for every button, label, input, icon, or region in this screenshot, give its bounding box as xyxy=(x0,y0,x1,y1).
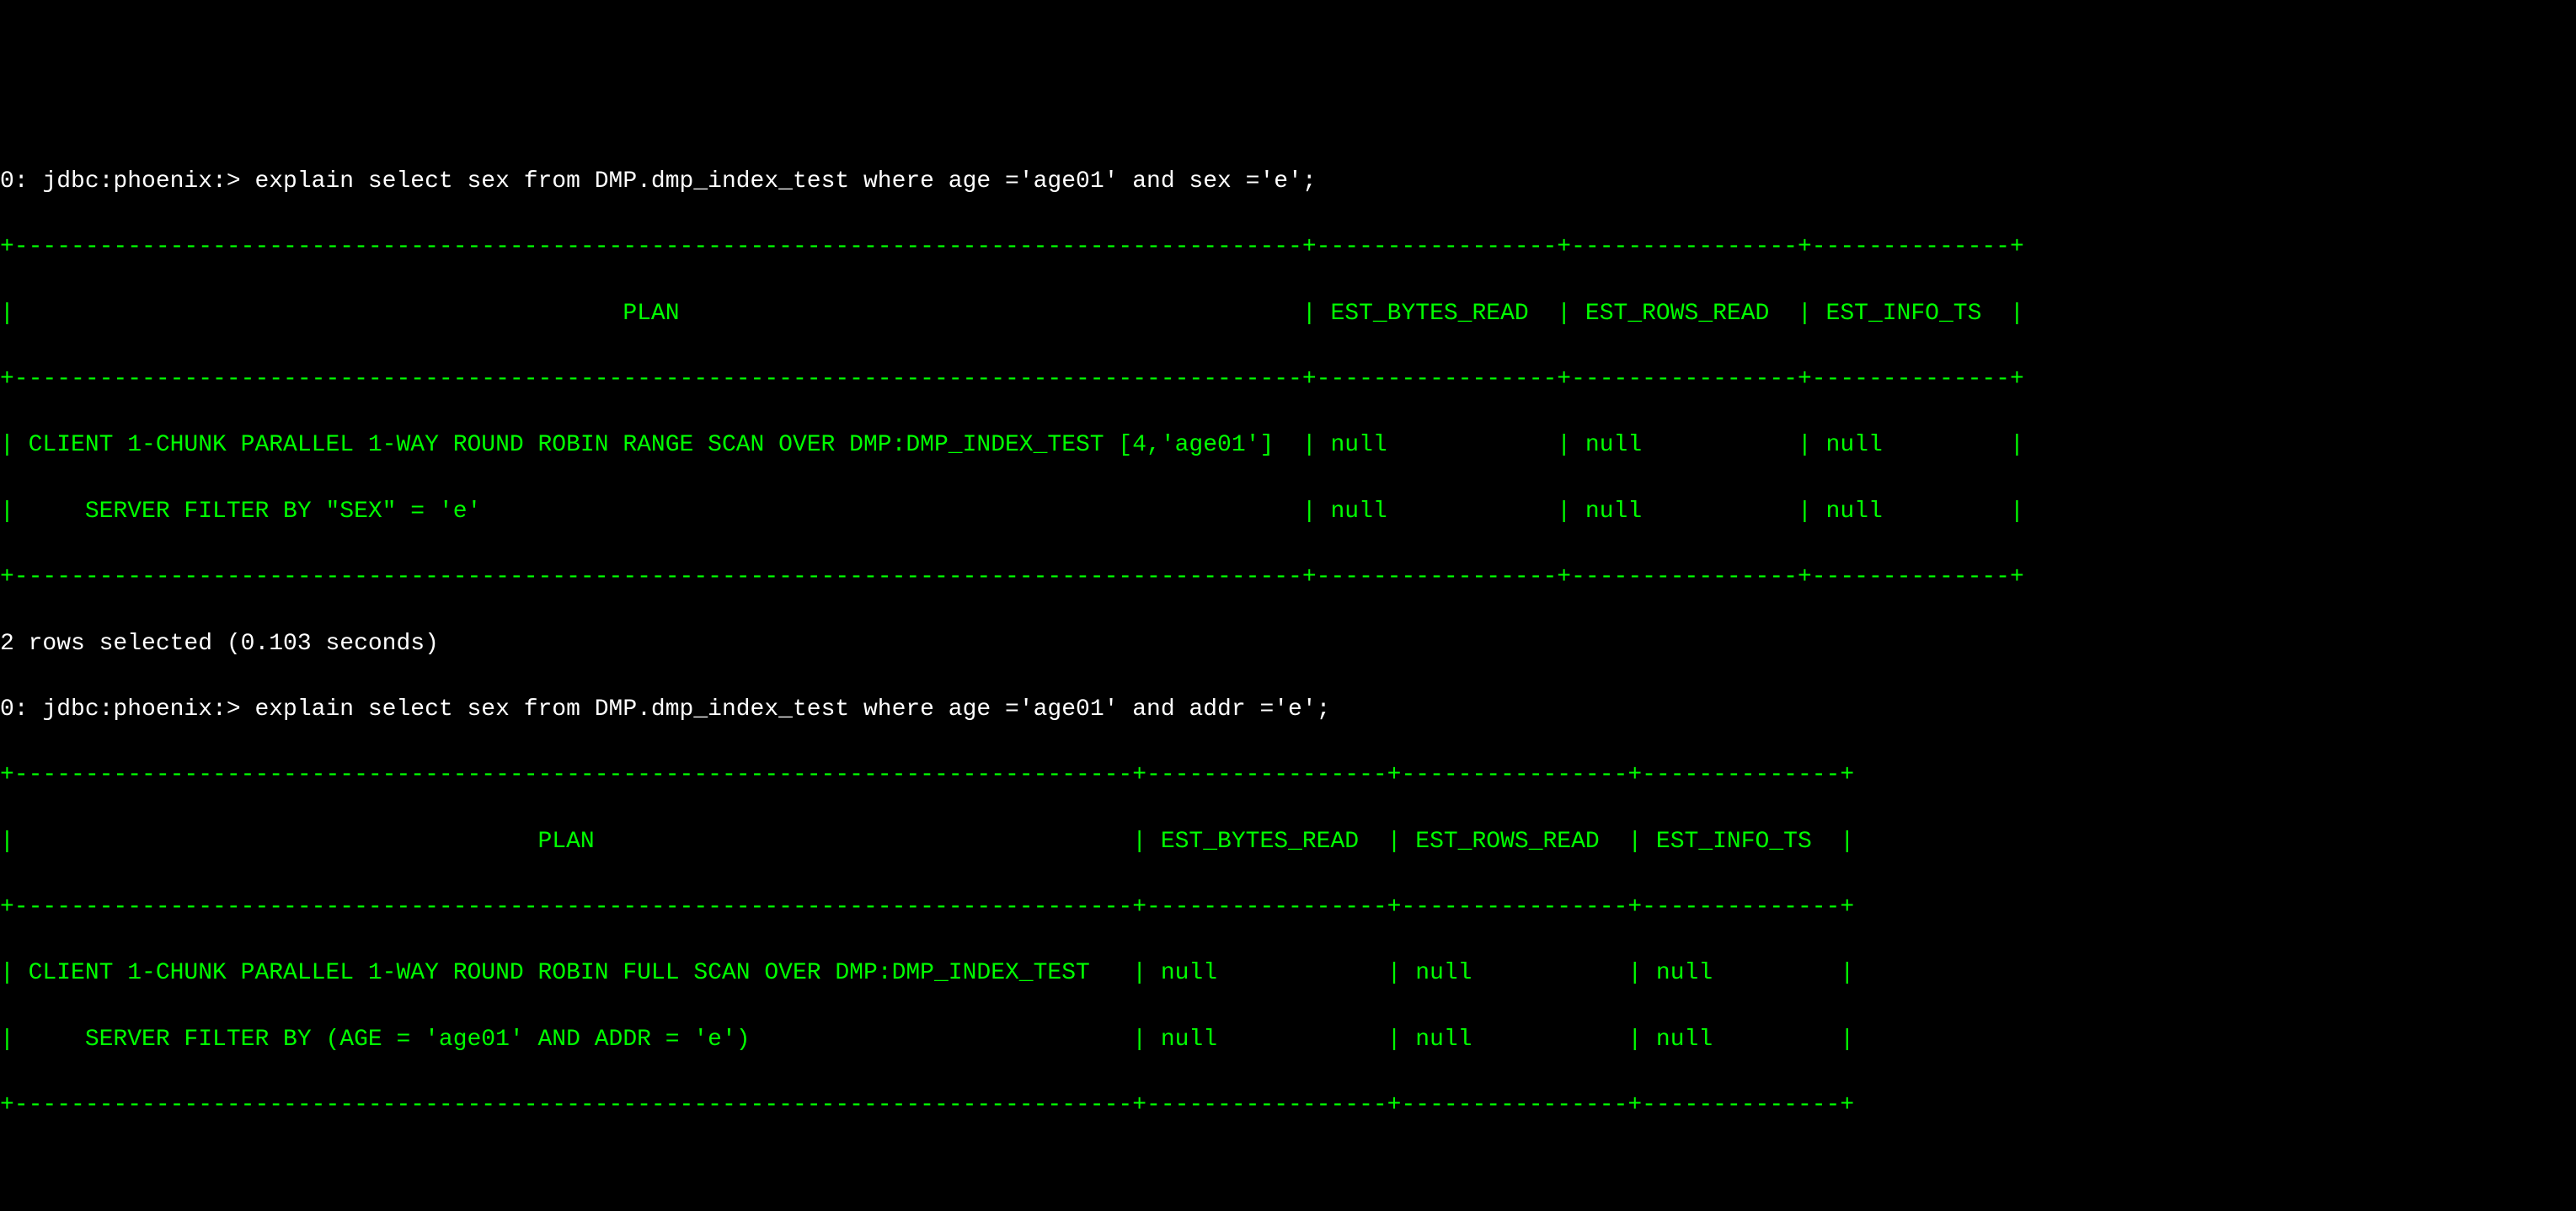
sql-query: explain select sex from DMP.dmp_index_te… xyxy=(254,168,1316,195)
table-border: +---------------------------------------… xyxy=(0,759,2576,792)
table-row: | SERVER FILTER BY (AGE = 'age01' AND AD… xyxy=(0,1023,2576,1056)
table-header: | PLAN | EST_BYTES_READ | EST_ROWS_READ … xyxy=(0,297,2576,330)
table-border: +---------------------------------------… xyxy=(0,891,2576,924)
prompt-prefix: 0: jdbc:phoenix:> xyxy=(0,696,254,723)
table-row: | CLIENT 1-CHUNK PARALLEL 1-WAY ROUND RO… xyxy=(0,957,2576,990)
table-border: +---------------------------------------… xyxy=(0,231,2576,264)
table-border: +---------------------------------------… xyxy=(0,561,2576,594)
sql-query: explain select sex from DMP.dmp_index_te… xyxy=(254,696,1330,723)
table-header: | PLAN | EST_BYTES_READ | EST_ROWS_READ … xyxy=(0,825,2576,858)
rows-selected-status: 2 rows selected (0.103 seconds) xyxy=(0,627,2576,660)
prompt-prefix: 0: jdbc:phoenix:> xyxy=(0,168,254,195)
prompt-line-2[interactable]: 0: jdbc:phoenix:> explain select sex fro… xyxy=(0,693,2576,726)
terminal-output: 0: jdbc:phoenix:> explain select sex fro… xyxy=(0,132,2576,1155)
prompt-line-1[interactable]: 0: jdbc:phoenix:> explain select sex fro… xyxy=(0,165,2576,198)
table-row: | CLIENT 1-CHUNK PARALLEL 1-WAY ROUND RO… xyxy=(0,429,2576,461)
table-row: | SERVER FILTER BY "SEX" = 'e' | null | … xyxy=(0,495,2576,528)
table-border: +---------------------------------------… xyxy=(0,363,2576,396)
table-border: +---------------------------------------… xyxy=(0,1089,2576,1122)
